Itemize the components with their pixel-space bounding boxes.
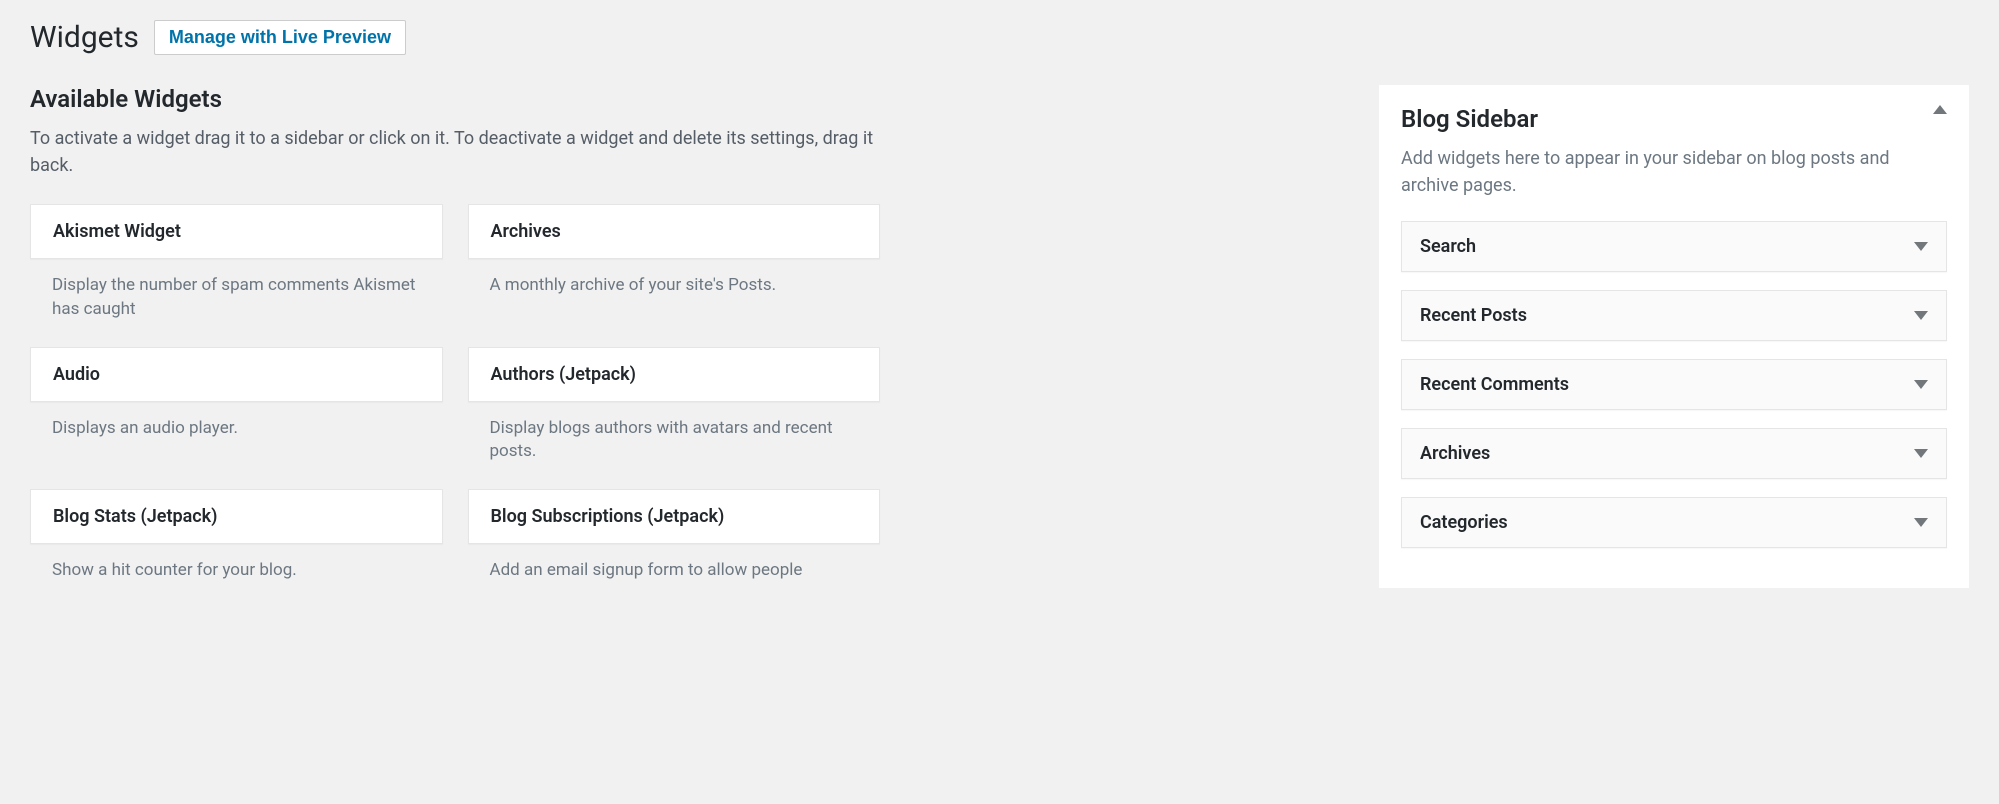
widget-akismet[interactable]: Akismet Widget xyxy=(30,204,443,259)
page-title: Widgets xyxy=(30,20,139,55)
sidebar-widget-archives[interactable]: Archives xyxy=(1401,428,1947,479)
sidebar-widget-title: Recent Comments xyxy=(1420,374,1569,395)
widget-title: Blog Stats (Jetpack) xyxy=(53,506,420,527)
widget-title: Audio xyxy=(53,364,420,385)
expand-icon xyxy=(1914,518,1928,527)
sidebar-widget-title: Search xyxy=(1420,236,1476,257)
blog-sidebar-panel: Blog Sidebar Add widgets here to appear … xyxy=(1379,85,1969,588)
sidebar-widget-recent-posts[interactable]: Recent Posts xyxy=(1401,290,1947,341)
sidebar-widget-search[interactable]: Search xyxy=(1401,221,1947,272)
widget-audio[interactable]: Audio xyxy=(30,347,443,402)
widget-authors-jetpack[interactable]: Authors (Jetpack) xyxy=(468,347,881,402)
widget-description: A monthly archive of your site's Posts. xyxy=(468,259,881,303)
sidebar-title: Blog Sidebar xyxy=(1401,105,1538,133)
widget-description: Add an email signup form to allow people xyxy=(468,544,881,588)
sidebar-description: Add widgets here to appear in your sideb… xyxy=(1401,145,1947,199)
sidebar-widget-title: Categories xyxy=(1420,512,1508,533)
widget-description: Display blogs authors with avatars and r… xyxy=(468,402,881,470)
widget-description: Display the number of spam comments Akis… xyxy=(30,259,443,327)
widget-archives[interactable]: Archives xyxy=(468,204,881,259)
expand-icon xyxy=(1914,449,1928,458)
widget-description: Displays an audio player. xyxy=(30,402,443,446)
widget-title: Authors (Jetpack) xyxy=(491,364,858,385)
collapse-icon[interactable] xyxy=(1933,105,1947,114)
widget-blog-subscriptions-jetpack[interactable]: Blog Subscriptions (Jetpack) xyxy=(468,489,881,544)
available-widgets-description: To activate a widget drag it to a sideba… xyxy=(30,125,880,179)
available-widgets-heading: Available Widgets xyxy=(30,85,880,113)
expand-icon xyxy=(1914,380,1928,389)
expand-icon xyxy=(1914,311,1928,320)
sidebar-widget-categories[interactable]: Categories xyxy=(1401,497,1947,548)
widget-title: Archives xyxy=(491,221,858,242)
widget-title: Blog Subscriptions (Jetpack) xyxy=(491,506,858,527)
manage-live-preview-button[interactable]: Manage with Live Preview xyxy=(154,20,406,55)
sidebar-widget-title: Recent Posts xyxy=(1420,305,1527,326)
widget-title: Akismet Widget xyxy=(53,221,420,242)
widget-blog-stats-jetpack[interactable]: Blog Stats (Jetpack) xyxy=(30,489,443,544)
sidebar-widget-title: Archives xyxy=(1420,443,1490,464)
widget-description: Show a hit counter for your blog. xyxy=(30,544,443,588)
sidebar-widget-recent-comments[interactable]: Recent Comments xyxy=(1401,359,1947,410)
expand-icon xyxy=(1914,242,1928,251)
